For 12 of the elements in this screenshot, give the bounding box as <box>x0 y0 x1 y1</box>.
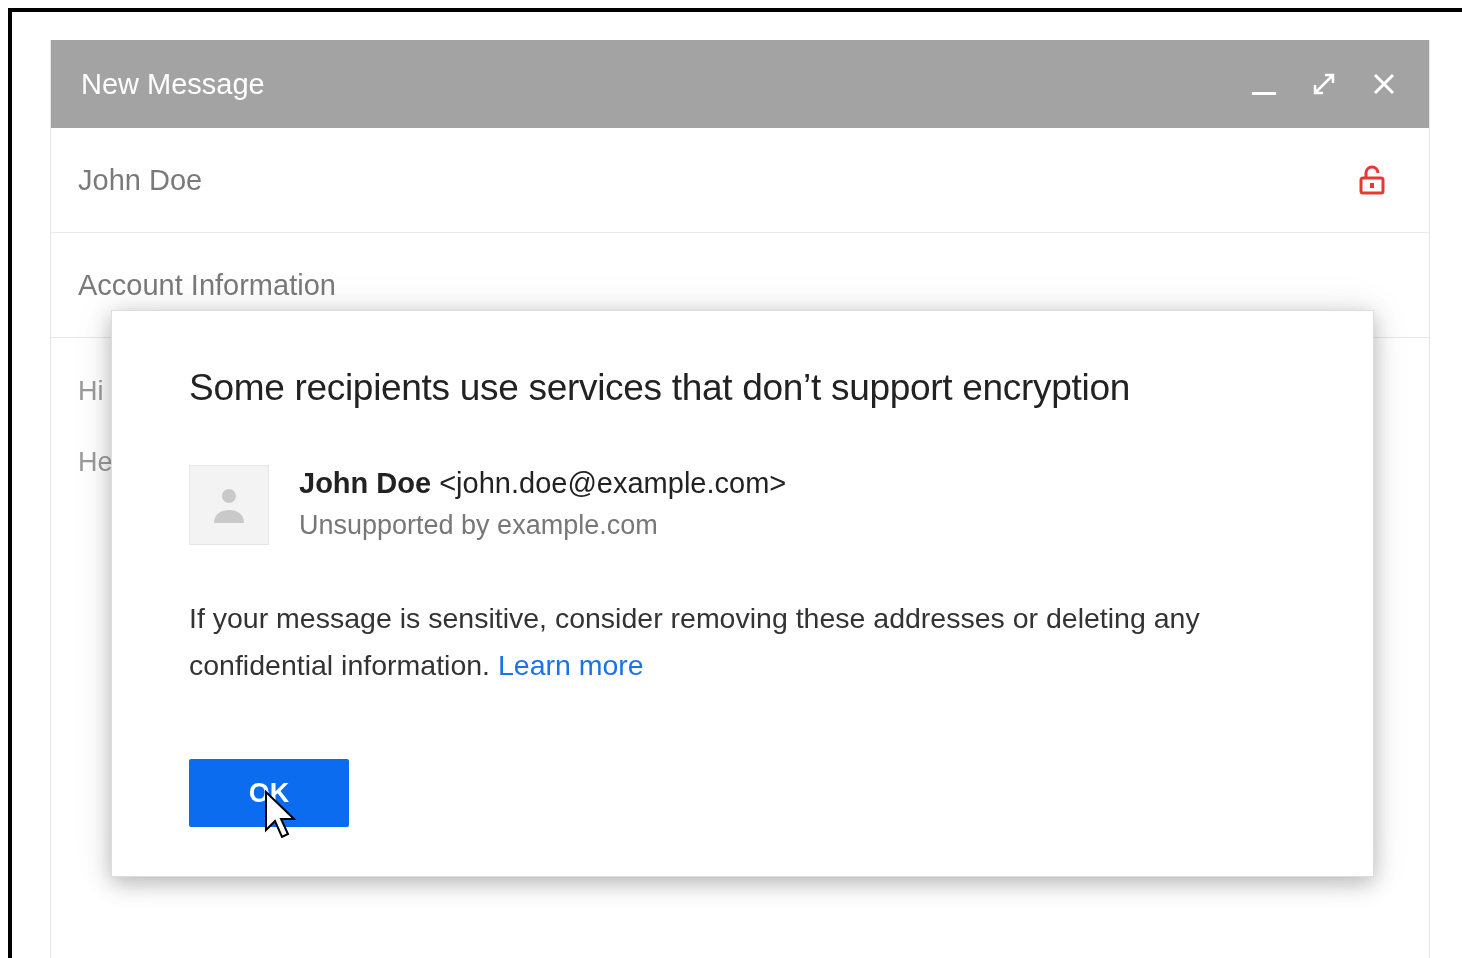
window-title: New Message <box>81 67 265 101</box>
recipient-field[interactable]: Account Information <box>78 268 336 302</box>
recipient-field[interactable]: John Doe <box>78 163 203 197</box>
learn-more-link[interactable]: Learn more <box>497 649 644 681</box>
dialog-message: If your message is sensitive, consider removing these addresses or deleting any confidential information. Learn more <box>189 601 1201 683</box>
recipient-note: Unsupported by example.com <box>299 510 659 541</box>
body-text: He <box>78 447 113 478</box>
recipient-name: John Doe <john.doe@example.com> <box>299 467 787 500</box>
body-text: Hi <box>78 376 104 407</box>
dialog-title: Some recipients use services that don’t support encryption <box>189 367 1131 409</box>
minimize-icon <box>1251 92 1277 96</box>
person-icon <box>212 487 246 523</box>
